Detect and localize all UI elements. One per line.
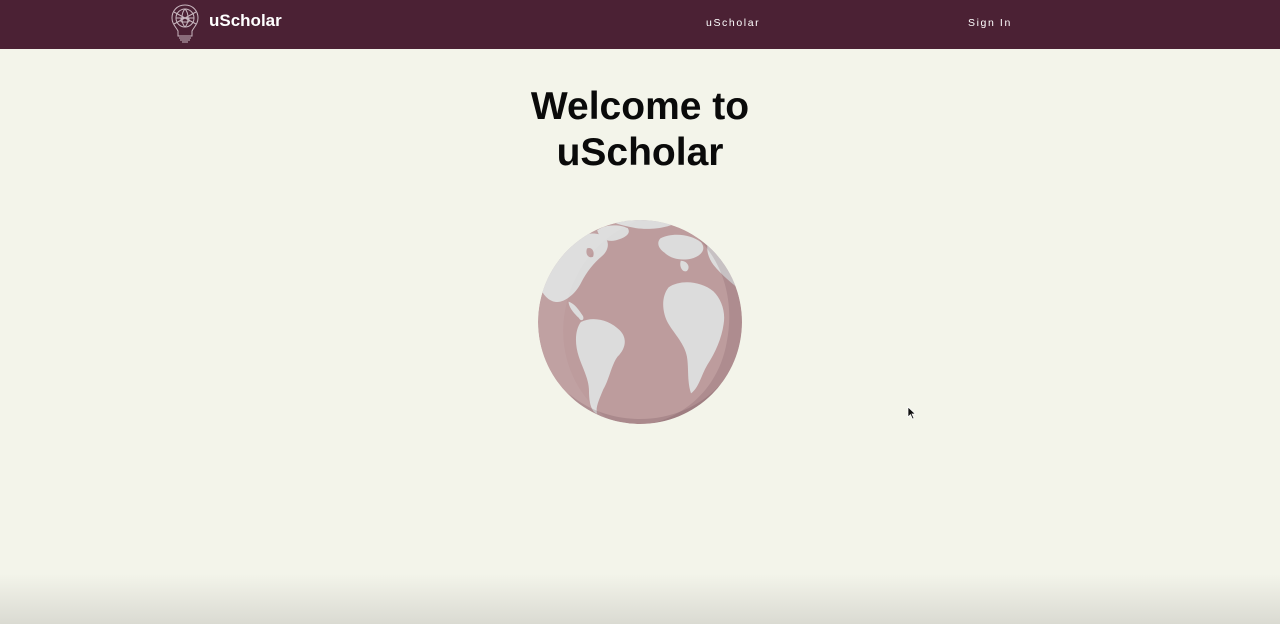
page-title: Welcome to uScholar xyxy=(0,84,1280,176)
brand-home-link[interactable]: uScholar xyxy=(170,2,282,46)
lightbulb-globe-icon xyxy=(171,4,199,43)
brand-name: uScholar xyxy=(209,10,282,30)
mouse-pointer-icon xyxy=(907,406,916,420)
page-title-line-1: Welcome to xyxy=(530,85,750,128)
nav-link-uscholar[interactable]: uScholar xyxy=(706,17,760,29)
nav-link-sign-in[interactable]: Sign In xyxy=(968,17,1012,29)
top-navbar: uScholar uScholar Sign In xyxy=(0,0,1280,49)
page: uScholar uScholar Sign In Welcome to uSc… xyxy=(0,0,1280,624)
bottom-fade xyxy=(0,574,1280,624)
globe-icon xyxy=(538,220,742,424)
page-title-line-2: uScholar xyxy=(556,131,724,174)
